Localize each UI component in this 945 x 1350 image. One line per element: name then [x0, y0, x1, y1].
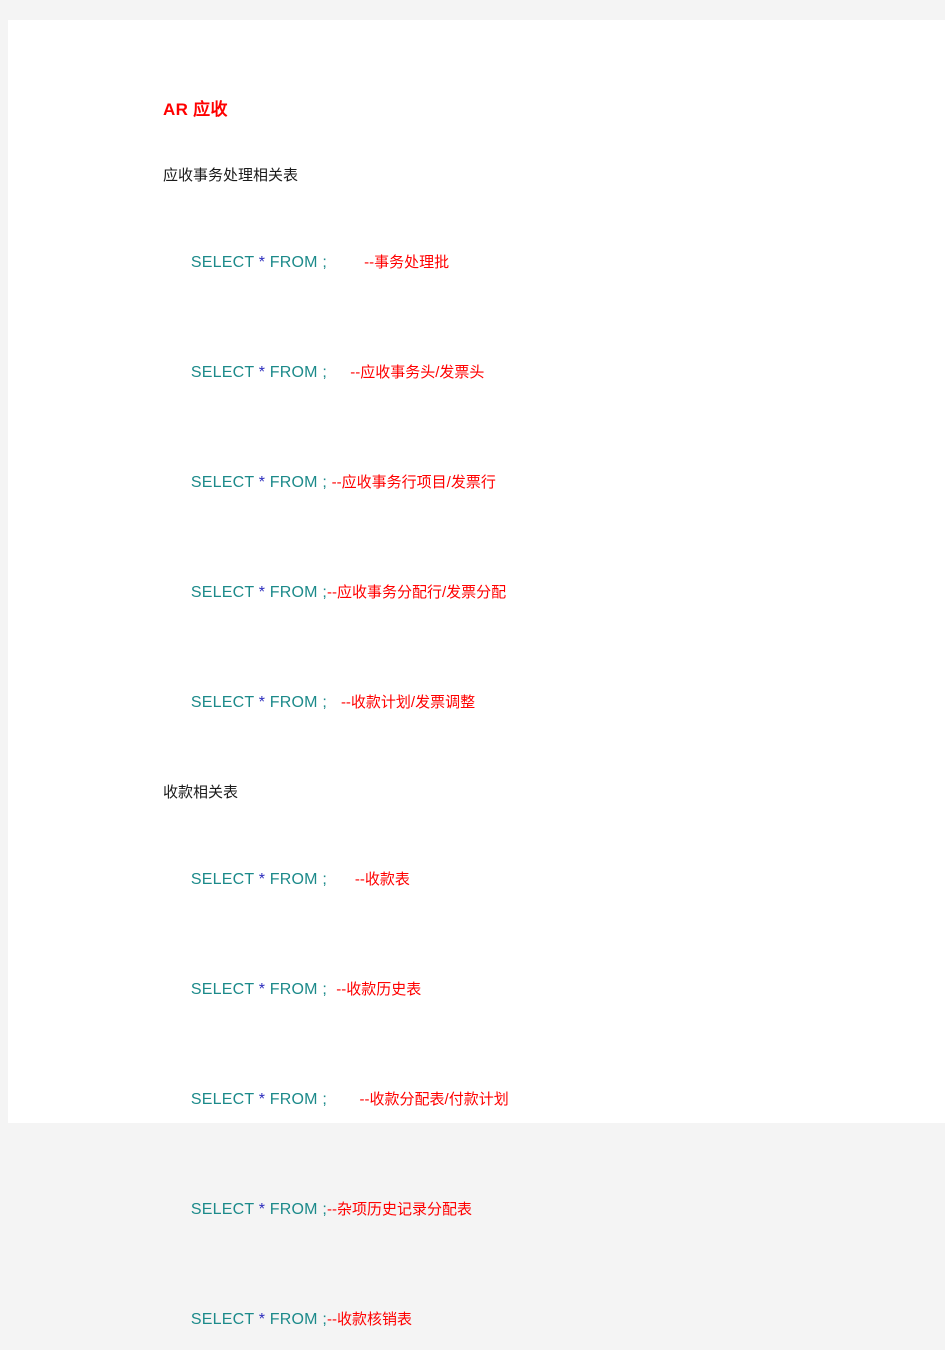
sql-comment: --应收事务分配行/发票分配	[327, 584, 507, 601]
sql-spacer	[327, 871, 355, 888]
section-header-receipts: 收款相关表	[163, 784, 239, 801]
sql-comment: --应收事务头/发票头	[350, 364, 485, 381]
sql-statement-line: SELECT * FROM ; --收款分配表/付款计划	[163, 1070, 903, 1130]
sql-keyword-from: FROM	[269, 584, 318, 601]
sql-keyword-select: SELECT	[190, 584, 255, 601]
sql-statement-line: SELECT * FROM ; --应收事务头/发票头	[163, 343, 903, 403]
sql-keyword-select: SELECT	[190, 694, 255, 711]
document-content: AR 应收 应收事务处理相关表 SELECT * FROM ; --事务处理批 …	[163, 100, 903, 1350]
sql-statement-line: SELECT * FROM ;--收款核销表	[163, 1290, 903, 1350]
sql-comment: --收款分配表/付款计划	[359, 1091, 509, 1108]
sql-comment: --应收事务行项目/发票行	[331, 474, 496, 491]
sql-keyword-from: FROM	[269, 1091, 318, 1108]
sql-statement-line: SELECT * FROM ;--杂项历史记录分配表	[163, 1180, 903, 1240]
sql-keyword-from: FROM	[269, 981, 318, 998]
sql-keyword-select: SELECT	[190, 364, 255, 381]
sql-spacer	[327, 981, 336, 998]
sql-keyword-from: FROM	[269, 474, 318, 491]
sql-keyword-select: SELECT	[190, 1201, 255, 1218]
sql-keyword-select: SELECT	[190, 1311, 255, 1328]
sql-keyword-select: SELECT	[190, 981, 255, 998]
sql-keyword-from: FROM	[269, 1201, 318, 1218]
sql-comment: --杂项历史记录分配表	[327, 1201, 472, 1218]
sql-keyword-from: FROM	[269, 1311, 318, 1328]
sql-spacer	[327, 364, 350, 381]
sql-comment: --收款核销表	[327, 1311, 412, 1328]
section-header-ar-transactions: 应收事务处理相关表	[163, 167, 299, 184]
sql-statement-line: SELECT * FROM ; --收款计划/发票调整	[163, 673, 903, 733]
sql-statement-line: SELECT * FROM ; --事务处理批	[163, 233, 903, 293]
sql-keyword-select: SELECT	[190, 474, 255, 491]
sql-comment: --收款表	[354, 871, 410, 888]
sql-statement-line: SELECT * FROM ; --应收事务行项目/发票行	[163, 453, 903, 513]
sql-keyword-select: SELECT	[190, 254, 255, 271]
sql-keyword-from: FROM	[269, 871, 318, 888]
sql-comment: --收款计划/发票调整	[340, 694, 476, 711]
sql-spacer	[327, 254, 364, 271]
sql-spacer	[327, 694, 341, 711]
sql-spacer	[327, 1091, 360, 1108]
sql-keyword-from: FROM	[269, 364, 318, 381]
sql-comment: --收款历史表	[336, 981, 422, 998]
sql-statement-line: SELECT * FROM ; --收款表	[163, 850, 903, 910]
page-title: AR 应收	[163, 100, 228, 119]
sql-statement-line: SELECT * FROM ;--应收事务分配行/发票分配	[163, 563, 903, 623]
sql-comment: --事务处理批	[364, 254, 450, 271]
sql-keyword-select: SELECT	[190, 871, 255, 888]
sql-keyword-from: FROM	[269, 694, 318, 711]
sql-statement-line: SELECT * FROM ; --收款历史表	[163, 960, 903, 1020]
sql-keyword-select: SELECT	[190, 1091, 255, 1108]
document-page: AR 应收 应收事务处理相关表 SELECT * FROM ; --事务处理批 …	[8, 20, 945, 1328]
sql-keyword-from: FROM	[269, 254, 318, 271]
